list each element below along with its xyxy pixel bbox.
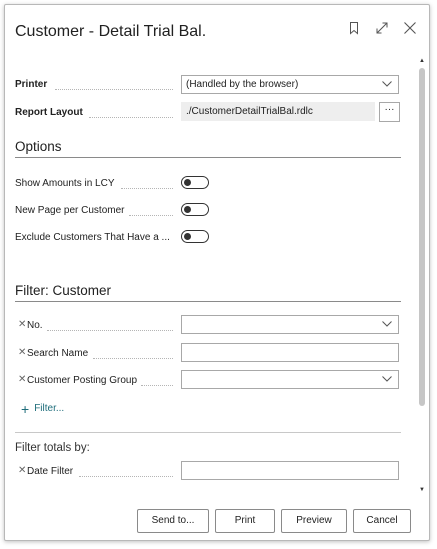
filter-label-customer-posting-group: Customer Posting Group	[27, 375, 138, 386]
filter-leader	[93, 358, 173, 359]
filter-label-no: No.	[27, 320, 43, 331]
option-label-exclude-customers: Exclude Customers That Have a ...	[15, 232, 170, 243]
printer-value: (Handled by the browser)	[186, 79, 299, 90]
filter-customer-posting-group-input[interactable]	[181, 370, 399, 389]
filter-no-input[interactable]	[181, 315, 399, 334]
chevron-down-icon	[382, 321, 392, 327]
filter-label-search-name: Search Name	[27, 348, 89, 359]
filter-label-date-filter: Date Filter	[27, 466, 74, 477]
filter-leader	[79, 476, 173, 477]
scroll-thumb[interactable]	[419, 68, 425, 406]
printer-leader	[55, 89, 173, 90]
filter-totals-divider	[15, 432, 401, 433]
printer-label: Printer	[15, 79, 48, 90]
plus-icon: +	[21, 400, 30, 417]
remove-filter-icon[interactable]: ✕	[18, 347, 26, 358]
filter-totals-heading: Filter totals by:	[15, 442, 90, 454]
options-heading: Options	[15, 139, 62, 154]
preview-button[interactable]: Preview	[281, 509, 347, 533]
dialog-title: Customer - Detail Trial Bal.	[15, 23, 207, 40]
show-amounts-lcy-toggle[interactable]	[181, 176, 209, 189]
option-leader	[121, 188, 173, 189]
remove-filter-icon[interactable]: ✕	[18, 465, 26, 476]
report-layout-leader	[89, 117, 173, 118]
remove-filter-icon[interactable]: ✕	[18, 319, 26, 330]
option-leader	[129, 215, 173, 216]
chevron-down-icon	[382, 376, 392, 382]
report-layout-label: Report Layout	[15, 107, 83, 118]
new-page-per-customer-toggle[interactable]	[181, 203, 209, 216]
option-label-show-amounts-lcy: Show Amounts in LCY	[15, 178, 115, 189]
expand-icon[interactable]	[375, 21, 389, 35]
toggle-knob	[184, 205, 191, 213]
filter-customer-heading: Filter: Customer	[15, 283, 112, 298]
report-layout-field: ./CustomerDetailTrialBal.rdlc	[181, 102, 375, 121]
filter-leader	[47, 330, 173, 331]
filter-search-name-input[interactable]	[181, 343, 399, 362]
add-filter-link[interactable]: + Filter...	[21, 400, 65, 417]
filter-customer-divider	[15, 301, 401, 302]
send-to-button[interactable]: Send to...	[137, 509, 209, 533]
printer-select[interactable]: (Handled by the browser)	[181, 75, 399, 94]
exclude-customers-toggle[interactable]	[181, 230, 209, 243]
close-icon[interactable]	[403, 21, 417, 35]
report-layout-value: ./CustomerDetailTrialBal.rdlc	[186, 106, 313, 117]
dialog-header-actions	[347, 21, 417, 35]
toggle-knob	[184, 178, 191, 186]
toggle-knob	[184, 232, 191, 240]
options-divider	[15, 157, 401, 158]
option-label-new-page-per-customer: New Page per Customer	[15, 205, 125, 216]
chevron-down-icon	[382, 81, 392, 87]
remove-filter-icon[interactable]: ✕	[18, 374, 26, 385]
add-filter-label: Filter...	[34, 403, 65, 414]
report-request-dialog: Customer - Detail Trial Bal. Printer (Ha…	[4, 4, 430, 541]
report-layout-lookup-button[interactable]: ···	[379, 102, 400, 122]
filter-leader	[141, 385, 173, 386]
content-scrollbar[interactable]: ▲ ▼	[418, 58, 425, 495]
cancel-button[interactable]: Cancel	[353, 509, 411, 533]
bookmark-icon[interactable]	[347, 21, 361, 35]
print-button[interactable]: Print	[215, 509, 275, 533]
date-filter-input[interactable]	[181, 461, 399, 480]
scroll-up-arrow-icon[interactable]: ▲	[419, 58, 425, 64]
scroll-down-arrow-icon[interactable]: ▼	[419, 487, 425, 493]
